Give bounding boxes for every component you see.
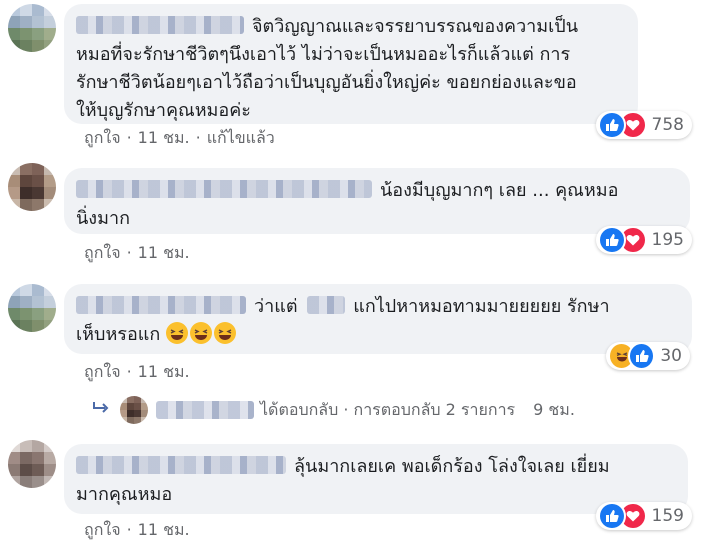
reaction-summary[interactable]: 159 [596, 502, 692, 530]
like-link[interactable]: ถูกใจ [84, 243, 121, 262]
commenter-avatar[interactable] [8, 440, 56, 488]
comment-text: นิ่งมาก [76, 208, 130, 229]
comment-text: น้องมีบุญมากๆ เลย ... คุณหมอ [380, 180, 619, 201]
thumbs-up-icon [628, 342, 656, 370]
reaction-summary[interactable]: 195 [596, 226, 692, 254]
comment-text: ให้บุญรักษาคุณหมอค่ะ [76, 100, 251, 121]
comment-meta: ถูกใจ · 11 ชม. [84, 520, 190, 539]
comment-meta: ถูกใจ · 11 ชม. [84, 362, 190, 381]
comment-text: หมอที่จะรักษาชีวิตๆนึงเอาไว้ ไม่ว่าจะเป็… [76, 44, 571, 65]
comment-text: เห็บหรอแก [76, 324, 161, 345]
reply-summary-text: ได้ตอบกลับ · การตอบกลับ 2 รายการ [260, 399, 516, 419]
commenter-avatar[interactable] [8, 284, 56, 332]
comment-time[interactable]: 11 ชม. [138, 128, 190, 147]
comment-text: มากคุณหมอ [76, 484, 173, 505]
reply-time: 9 ชม. [533, 399, 575, 419]
comment-meta: ถูกใจ · 11 ชม. [84, 243, 190, 262]
like-link[interactable]: ถูกใจ [84, 520, 121, 539]
comment-text: รักษาชีวิตน้อยๆเอาไว้ถือว่าเป็นบุญอันยิ่… [76, 72, 577, 93]
comment-text: ลุ้นมากเลยเค พอเด็กร้อง โล่งใจเลย เยี่ยม [294, 456, 610, 477]
blurred-replier-name [156, 401, 254, 419]
blurred-tagged-name[interactable] [307, 296, 346, 314]
comment-time[interactable]: 11 ชม. [138, 362, 190, 381]
reaction-count: 159 [651, 506, 684, 526]
laughing-emoji-icon [214, 322, 237, 344]
blurred-commenter-name[interactable] [76, 456, 286, 474]
reply-arrow-icon [92, 400, 110, 420]
comment-bubble: น้องมีบุญมากๆ เลย ... คุณหมอ นิ่งมาก [64, 168, 690, 234]
thumbs-up-icon [598, 111, 626, 139]
thumbs-up-icon [598, 226, 626, 254]
comment-text: จิตวิญญาณและจรรยาบรรณของความเป็น [252, 16, 579, 37]
reaction-count: 758 [651, 115, 684, 135]
comment-time[interactable]: 11 ชม. [138, 520, 190, 539]
reaction-summary[interactable]: 30 [606, 342, 690, 370]
thumbs-up-icon [598, 502, 626, 530]
reaction-count: 30 [660, 346, 682, 366]
reaction-summary[interactable]: 758 [596, 111, 692, 139]
laughing-emoji-icon [166, 322, 189, 344]
like-link[interactable]: ถูกใจ [84, 128, 121, 147]
comment-meta: ถูกใจ · 11 ชม. · แก้ไขแล้ว [84, 128, 275, 147]
comment-bubble: จิตวิญญาณและจรรยาบรรณของความเป็น หมอที่จ… [64, 4, 638, 124]
commenter-avatar[interactable] [8, 163, 56, 211]
view-replies-link[interactable]: ได้ตอบกลับ · การตอบกลับ 2 รายการ 9 ชม. [92, 396, 575, 424]
blurred-commenter-name[interactable] [76, 16, 244, 34]
comment-text: แกไปหาหมอทามมายยยยย รักษา [353, 296, 610, 317]
reaction-count: 195 [651, 230, 684, 250]
comment-text: ว่าแต่ [254, 296, 298, 317]
commenter-avatar[interactable] [8, 4, 56, 52]
laughing-emoji-icon [190, 322, 213, 344]
blurred-commenter-name[interactable] [76, 296, 246, 314]
comment-bubble: ลุ้นมากเลยเค พอเด็กร้อง โล่งใจเลย เยี่ยม… [64, 444, 688, 514]
replier-avatar [120, 396, 148, 424]
comment-time[interactable]: 11 ชม. [138, 243, 190, 262]
like-link[interactable]: ถูกใจ [84, 362, 121, 381]
edited-label[interactable]: แก้ไขแล้ว [207, 128, 275, 147]
comment-bubble: ว่าแต่ แกไปหาหมอทามมายยยยย รักษา เห็บหรอ… [64, 284, 692, 354]
blurred-commenter-name[interactable] [76, 180, 372, 198]
